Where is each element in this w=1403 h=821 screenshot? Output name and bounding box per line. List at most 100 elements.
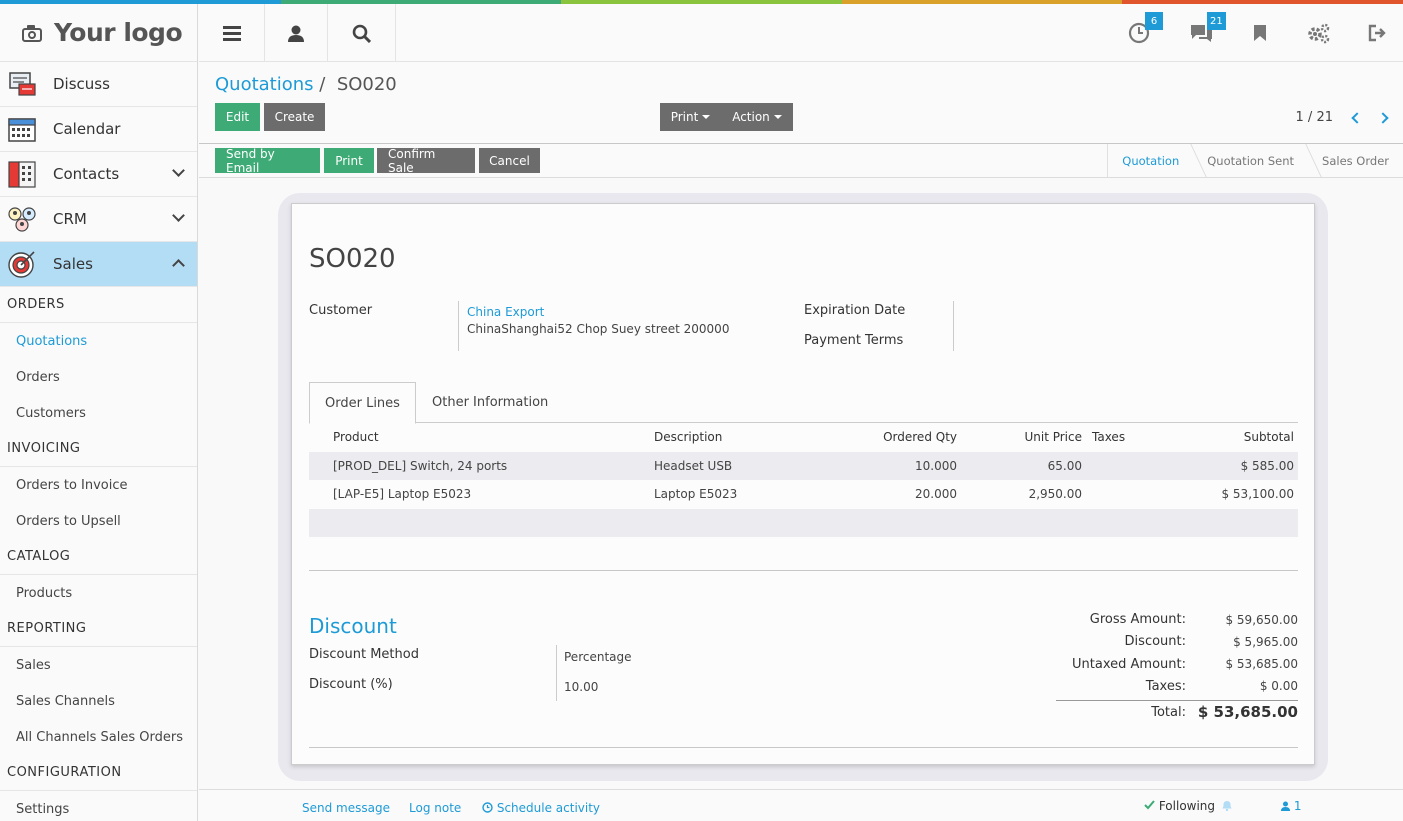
discount-percent-value: 10.00: [564, 680, 599, 694]
user-button[interactable]: [265, 4, 328, 62]
tab-other-information[interactable]: Other Information: [417, 382, 563, 423]
chevron-right-icon[interactable]: [1377, 111, 1389, 124]
logout-button[interactable]: [1357, 4, 1397, 62]
sidebar-app-contacts[interactable]: Contacts: [0, 152, 197, 197]
breadcrumb-separator: /: [319, 74, 326, 95]
top-navbar: 6 21: [199, 4, 1403, 62]
breadcrumb-parent[interactable]: Quotations: [215, 74, 314, 95]
sidebar-app-label: Calendar: [53, 120, 121, 138]
followers-button[interactable]: 1: [1281, 799, 1301, 813]
taxes-label: Taxes:: [1145, 679, 1186, 694]
section-divider: [309, 570, 1298, 571]
calendar-icon: [8, 118, 36, 142]
column-header-product[interactable]: Product: [333, 430, 379, 444]
hamburger-icon: [222, 26, 241, 41]
bookmark-button[interactable]: [1240, 4, 1280, 62]
total-value: $ 53,685.00: [1197, 703, 1298, 721]
untaxed-amount-label: Untaxed Amount:: [1072, 657, 1186, 672]
schedule-activity-label: Schedule activity: [496, 801, 601, 815]
customer-address: ChinaShanghai52 Chop Suey street 200000: [467, 322, 730, 336]
column-header-description[interactable]: Description: [654, 430, 722, 444]
log-note-link[interactable]: Log note: [409, 801, 461, 815]
messages-badge: 21: [1207, 12, 1226, 30]
search-button[interactable]: [328, 4, 396, 62]
sidebar-section-reporting: REPORTING: [0, 611, 197, 647]
create-button[interactable]: Create: [264, 103, 325, 131]
sidebar-app-label: Discuss: [53, 75, 110, 93]
sidebar-section-configuration: CONFIGURATION: [0, 755, 197, 791]
customer-label: Customer: [309, 303, 373, 318]
schedule-activity-link[interactable]: Schedule activity: [482, 801, 600, 815]
print-button[interactable]: Print: [324, 148, 374, 173]
gross-amount-label: Gross Amount:: [1089, 612, 1186, 627]
sidebar-item-quotations[interactable]: Quotations: [0, 323, 197, 359]
settings-button[interactable]: [1298, 4, 1338, 62]
tab-order-lines[interactable]: Order Lines: [309, 382, 416, 424]
discount-total-label: Discount:: [1124, 634, 1186, 649]
cancel-button[interactable]: Cancel: [479, 148, 540, 173]
crm-icon: [8, 207, 36, 232]
sidebar-app-label: Contacts: [53, 165, 120, 183]
pager-value[interactable]: 1 / 21: [1296, 110, 1333, 125]
discount-method-label: Discount Method: [309, 647, 419, 662]
caret-down-icon: [702, 115, 711, 119]
logo-text: Your logo: [54, 18, 183, 47]
sidebar-item-orders-to-upsell[interactable]: Orders to Upsell: [0, 503, 197, 539]
customer-link[interactable]: China Export: [467, 305, 544, 319]
sidebar-app-crm[interactable]: CRM: [0, 197, 197, 242]
sidebar-item-customers[interactable]: Customers: [0, 395, 197, 431]
column-header-subtotal[interactable]: Subtotal: [1194, 430, 1294, 444]
contacts-icon: [8, 161, 36, 188]
messages-button[interactable]: 21: [1181, 4, 1226, 62]
cell-unit-price: 65.00: [1047, 459, 1082, 473]
section-divider: [309, 747, 1298, 748]
status-quotation[interactable]: Quotation: [1108, 144, 1207, 177]
column-header-ordered-qty[interactable]: Ordered Qty: [857, 430, 957, 444]
sidebar-app-discuss[interactable]: Discuss: [0, 62, 197, 107]
edit-button[interactable]: Edit: [215, 103, 260, 131]
following-label: Following: [1158, 799, 1216, 813]
print-dropdown[interactable]: Print: [660, 103, 721, 131]
check-icon: [1144, 800, 1155, 810]
user-icon: [288, 25, 304, 42]
taxes-value: $ 0.00: [1259, 679, 1298, 693]
status-label: Quotation Sent: [1207, 153, 1295, 168]
action-dropdown[interactable]: Action: [721, 103, 793, 131]
sidebar-item-orders[interactable]: Orders: [0, 359, 197, 395]
logo[interactable]: Your logo: [0, 4, 197, 62]
totals-divider: [1056, 700, 1298, 701]
sidebar-item-settings[interactable]: Settings: [0, 791, 197, 821]
table-row[interactable]: [LAP-E5] Laptop E5023 Laptop E5023 20.00…: [309, 480, 1298, 508]
breadcrumb-current: SO020: [336, 74, 397, 95]
sidebar-item-all-channels-sales-orders[interactable]: All Channels Sales Orders: [0, 719, 197, 755]
sidebar-item-orders-to-invoice[interactable]: Orders to Invoice: [0, 467, 197, 503]
following-button[interactable]: Following: [1144, 799, 1232, 813]
sidebar-app-label: CRM: [53, 210, 87, 228]
sidebar-app-calendar[interactable]: Calendar: [0, 107, 197, 152]
activities-button[interactable]: 6: [1119, 4, 1163, 62]
column-header-taxes[interactable]: Taxes: [1092, 430, 1125, 444]
cell-ordered-qty: 20.000: [915, 487, 957, 501]
column-header-unit-price[interactable]: Unit Price: [982, 430, 1082, 444]
send-by-email-button[interactable]: Send by Email: [215, 147, 320, 175]
status-quotation-sent[interactable]: Quotation Sent: [1193, 144, 1322, 177]
discuss-icon: [9, 72, 36, 96]
status-sales-order[interactable]: Sales Order: [1308, 144, 1403, 177]
cell-description: Laptop E5023: [654, 487, 738, 501]
sidebar-app-sales[interactable]: Sales: [0, 242, 197, 287]
table-row[interactable]: [PROD_DEL] Switch, 24 ports Headset USB …: [309, 452, 1298, 480]
sidebar-item-products[interactable]: Products: [0, 575, 197, 611]
control-panel: Quotations / SO020 Edit Create Print Act…: [199, 62, 1403, 178]
cell-subtotal: $ 53,100.00: [1221, 487, 1294, 501]
sidebar-item-sales[interactable]: Sales: [0, 647, 197, 683]
cell-product: [LAP-E5] Laptop E5023: [333, 487, 472, 501]
search-icon: [352, 24, 371, 43]
send-message-link[interactable]: Send message: [302, 801, 390, 815]
table-empty-row: [309, 509, 1298, 537]
confirm-sale-button[interactable]: Confirm Sale: [377, 147, 475, 175]
sidebar-item-sales-channels[interactable]: Sales Channels: [0, 683, 197, 719]
chevron-left-icon[interactable]: [1351, 111, 1363, 124]
discount-total-value: $ 5,965.00: [1233, 635, 1298, 649]
menu-toggle-button[interactable]: [199, 4, 265, 62]
record-title: SO020: [309, 244, 396, 274]
